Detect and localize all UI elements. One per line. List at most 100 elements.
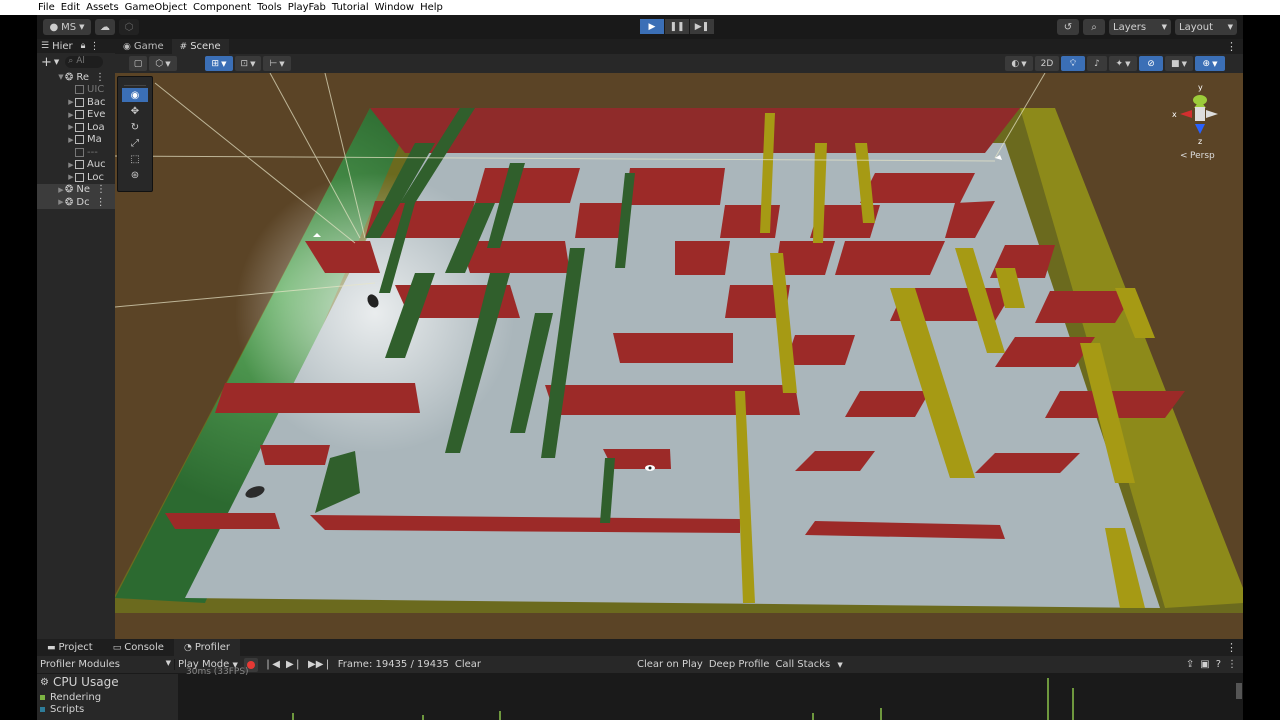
menu-window[interactable]: Window — [372, 2, 417, 13]
hierarchy-item[interactable]: ▶ Loa — [37, 121, 115, 134]
expand-arrow-icon[interactable]: ▶ — [67, 161, 75, 169]
menu-component[interactable]: Component — [190, 2, 254, 13]
menu-tutorial[interactable]: Tutorial — [329, 2, 372, 13]
expand-arrow-icon[interactable]: ▶ — [67, 123, 75, 131]
scene-view[interactable] — [115, 73, 1243, 639]
transform-tool-button[interactable]: ⊛ — [122, 168, 148, 182]
effects-icon: ✦ — [1115, 58, 1124, 69]
menu-help[interactable]: Help — [417, 2, 446, 13]
more-icon[interactable]: ⋮ — [89, 41, 99, 52]
pause-button[interactable]: ❚❚ — [665, 19, 689, 34]
cpu-usage-module[interactable]: ⚙ CPU Usage — [37, 673, 177, 691]
more-icon[interactable]: ⋮ — [95, 72, 105, 83]
menu-file[interactable]: File — [0, 2, 58, 13]
grid-snap-button[interactable]: ⊞ ▼ — [205, 56, 233, 71]
hierarchy-item[interactable]: UIC — [37, 84, 115, 97]
layout-dropdown[interactable]: Layout ▼ — [1175, 19, 1237, 35]
tab-scene[interactable]: # Scene — [171, 39, 229, 54]
menu-edit[interactable]: Edit — [58, 2, 83, 13]
chevron-left-icon: < — [1180, 151, 1188, 161]
gizmos-dropdown[interactable]: ⊕ ▼ — [1195, 56, 1225, 71]
tab-console[interactable]: ▭ Console — [103, 639, 174, 656]
hierarchy-item[interactable]: ▼ ❂ Re ⋮ — [37, 71, 115, 84]
move-tool-button[interactable]: ✥ — [122, 104, 148, 118]
orientation-dropdown[interactable]: ◐ ▼ — [1005, 56, 1033, 71]
scale-tool-button[interactable]: ⤢ — [122, 136, 148, 150]
audio-toggle[interactable]: ♪ — [1087, 56, 1107, 71]
first-frame-button[interactable]: ❘◀ — [264, 659, 280, 670]
menu-assets[interactable]: Assets — [83, 2, 122, 13]
expand-arrow-icon[interactable]: ▶ — [57, 186, 65, 194]
more-icon[interactable]: ⋮ — [96, 197, 106, 208]
history-button[interactable]: ↺ — [1057, 19, 1079, 35]
effects-dropdown[interactable]: ✦ ▼ — [1109, 56, 1137, 71]
hierarchy-item-label: Auc — [87, 159, 106, 171]
deep-profile-button[interactable]: Deep Profile — [709, 659, 770, 670]
lighting-toggle[interactable]: 💡︎ — [1061, 56, 1085, 71]
cpu-usage-graph[interactable]: 30ms (33FPS) — [178, 667, 1243, 720]
ruler-button[interactable]: ⊢ ▼ — [263, 56, 291, 71]
expand-arrow-icon[interactable]: ▶ — [67, 98, 75, 106]
more-icon[interactable]: ⋮ — [1226, 39, 1243, 54]
save-icon[interactable]: ▣ — [1200, 659, 1209, 670]
draw-mode-button[interactable]: ▢ — [129, 56, 147, 71]
more-icon[interactable]: ⋮ — [1226, 641, 1243, 654]
expand-arrow-icon[interactable]: ▶ — [57, 198, 65, 206]
collab-button[interactable]: ⬡ — [119, 19, 139, 35]
hierarchy-item[interactable]: ▶ ❂ Dc ⋮ — [37, 196, 115, 209]
expand-arrow-icon[interactable]: ▶ — [67, 111, 75, 119]
clear-on-play-button[interactable]: Clear on Play — [637, 659, 703, 670]
chevron-down-icon: ▼ — [79, 23, 85, 31]
clear-button[interactable]: Clear — [455, 659, 481, 670]
play-button[interactable]: ▶ — [640, 19, 664, 34]
load-icon[interactable]: ⇪ — [1186, 659, 1194, 670]
profiler-modules-dropdown[interactable]: Profiler Modules ▼ — [37, 659, 175, 670]
chevron-down-icon[interactable]: ▼ — [54, 58, 59, 66]
cloud-button[interactable]: ☁ — [95, 19, 115, 35]
account-dropdown[interactable]: ● MS ▼ — [43, 19, 91, 35]
hierarchy-item-label: Ma — [87, 134, 102, 146]
next-frame-button[interactable]: ▶❘ — [286, 659, 302, 670]
more-icon[interactable]: ⋮ — [1227, 659, 1237, 670]
expand-arrow-icon[interactable]: ▶ — [67, 136, 75, 144]
account-icon: ● — [49, 21, 59, 33]
hierarchy-item[interactable]: --- — [37, 146, 115, 159]
last-frame-button[interactable]: ▶▶❘ — [308, 659, 332, 670]
hierarchy-item[interactable]: ▶ ❂ Ne ⋮ — [37, 183, 115, 196]
mode-2d-button[interactable]: 2D — [1035, 56, 1059, 71]
visibility-toggle[interactable]: ⊘ — [1139, 56, 1163, 71]
help-icon[interactable]: ? — [1216, 659, 1221, 670]
tab-project[interactable]: ▬ Project — [37, 639, 103, 656]
rect-tool-button[interactable]: ⬚ — [122, 152, 148, 166]
call-stacks-dropdown[interactable]: Call Stacks ▼ — [775, 659, 842, 670]
menu-gameobject[interactable]: GameObject — [122, 2, 190, 13]
tab-profiler[interactable]: ◔ Profiler — [173, 639, 241, 656]
hierarchy-search-input[interactable]: ⌕ Al — [65, 56, 104, 68]
unity-scene-icon: ❂ — [65, 71, 74, 83]
menu-tools[interactable]: Tools — [254, 2, 285, 13]
menu-playfab[interactable]: PlayFab — [285, 2, 329, 13]
expand-arrow-icon[interactable]: ▶ — [67, 173, 75, 181]
search-button[interactable]: ⌕ — [1083, 19, 1105, 35]
tab-game[interactable]: ◉ Game — [115, 39, 172, 54]
hierarchy-item[interactable]: ▶ Auc — [37, 159, 115, 172]
add-icon[interactable]: + — [41, 55, 52, 70]
camera-dropdown[interactable]: ■ ▼ — [1165, 56, 1193, 71]
orientation-gizmo[interactable]: y x z Persp < — [1160, 83, 1240, 164]
layers-dropdown[interactable]: Layers ▼ — [1109, 19, 1171, 35]
profiler-module-row[interactable]: Scripts — [37, 703, 177, 715]
hierarchy-item[interactable]: ▶ Eve — [37, 109, 115, 122]
hierarchy-tab[interactable]: ☰ Hier 🔒︎ ⋮ — [37, 39, 115, 53]
snap-increment-button[interactable]: ⊡ ▼ — [235, 56, 261, 71]
chevron-down-icon: ▼ — [279, 59, 285, 68]
profiler-module-row[interactable]: Rendering — [37, 691, 177, 703]
rotate-tool-button[interactable]: ↻ — [122, 120, 148, 134]
expand-arrow-icon[interactable]: ▼ — [57, 73, 65, 81]
view-tool-button[interactable]: ◉ — [122, 88, 148, 102]
shading-dropdown[interactable]: ⬡ ▼ — [149, 56, 177, 71]
hierarchy-item[interactable]: ▶ Bac — [37, 96, 115, 109]
hierarchy-item[interactable]: ▶ Loc — [37, 171, 115, 184]
hierarchy-item[interactable]: ▶ Ma — [37, 134, 115, 147]
more-icon[interactable]: ⋮ — [96, 184, 106, 195]
step-button[interactable]: ▶❚ — [690, 19, 714, 34]
